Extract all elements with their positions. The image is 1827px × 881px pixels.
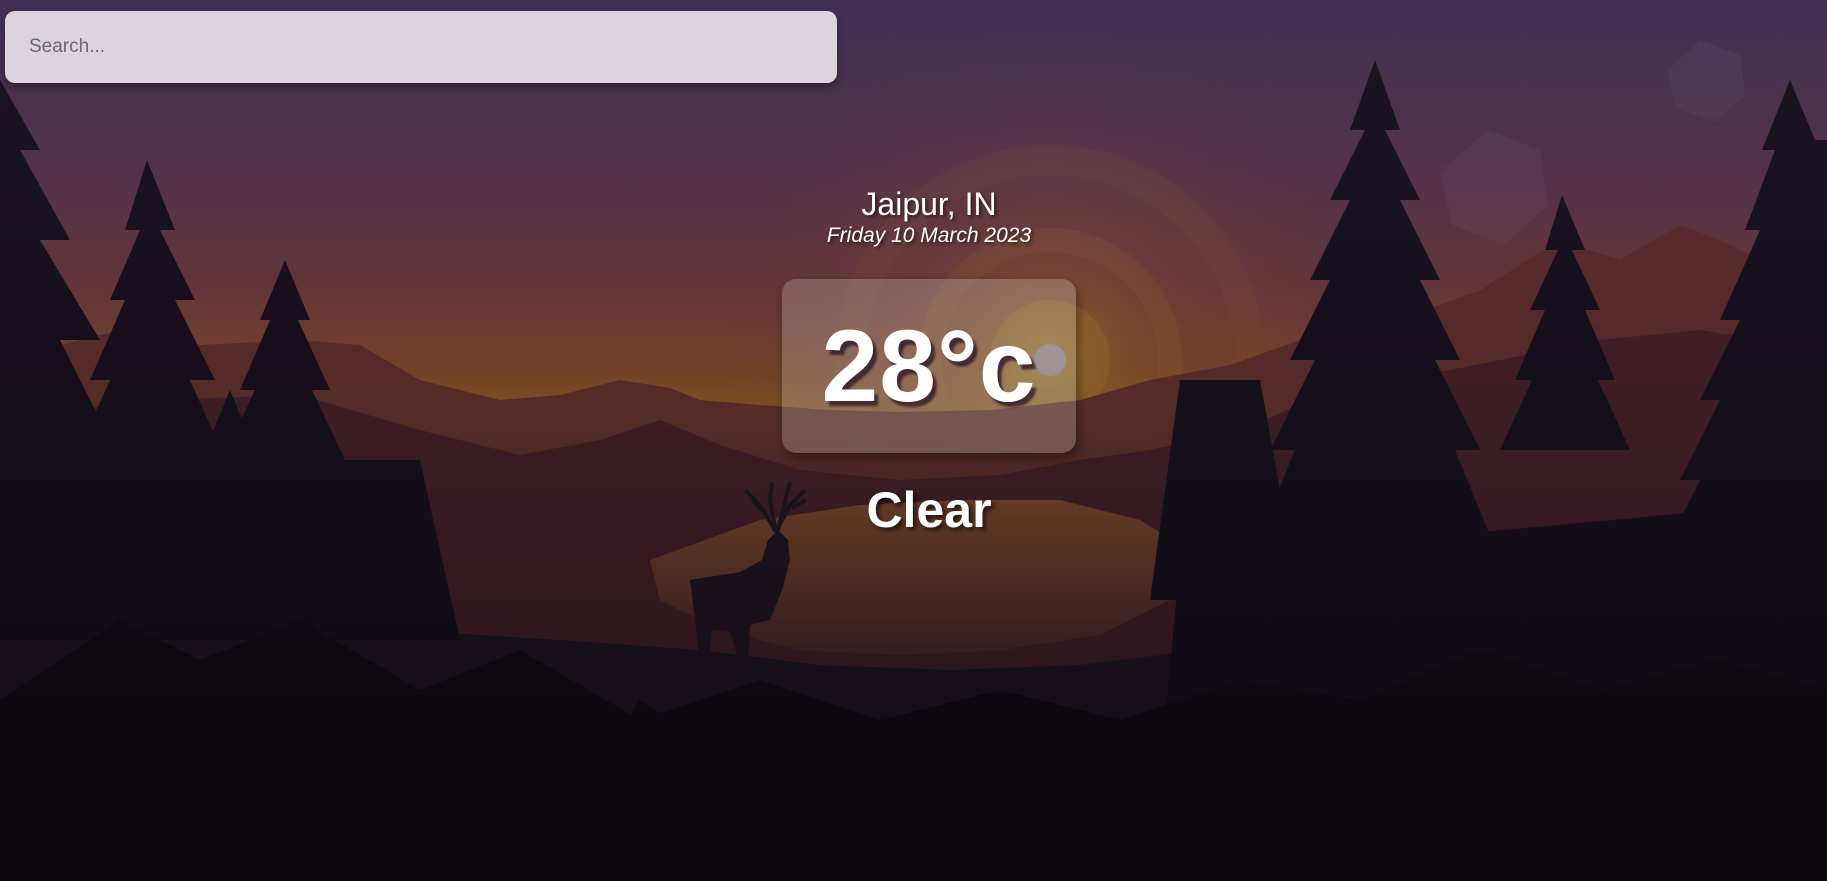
temperature-card: 28°c <box>782 279 1076 453</box>
search-bar[interactable] <box>5 11 837 83</box>
search-input[interactable] <box>5 11 837 83</box>
date-label: Friday 10 March 2023 <box>826 224 1032 247</box>
temperature-value: 28°c <box>821 308 1037 423</box>
location-label: Jaipur, IN <box>861 186 997 222</box>
weather-condition: Clear <box>866 482 992 538</box>
